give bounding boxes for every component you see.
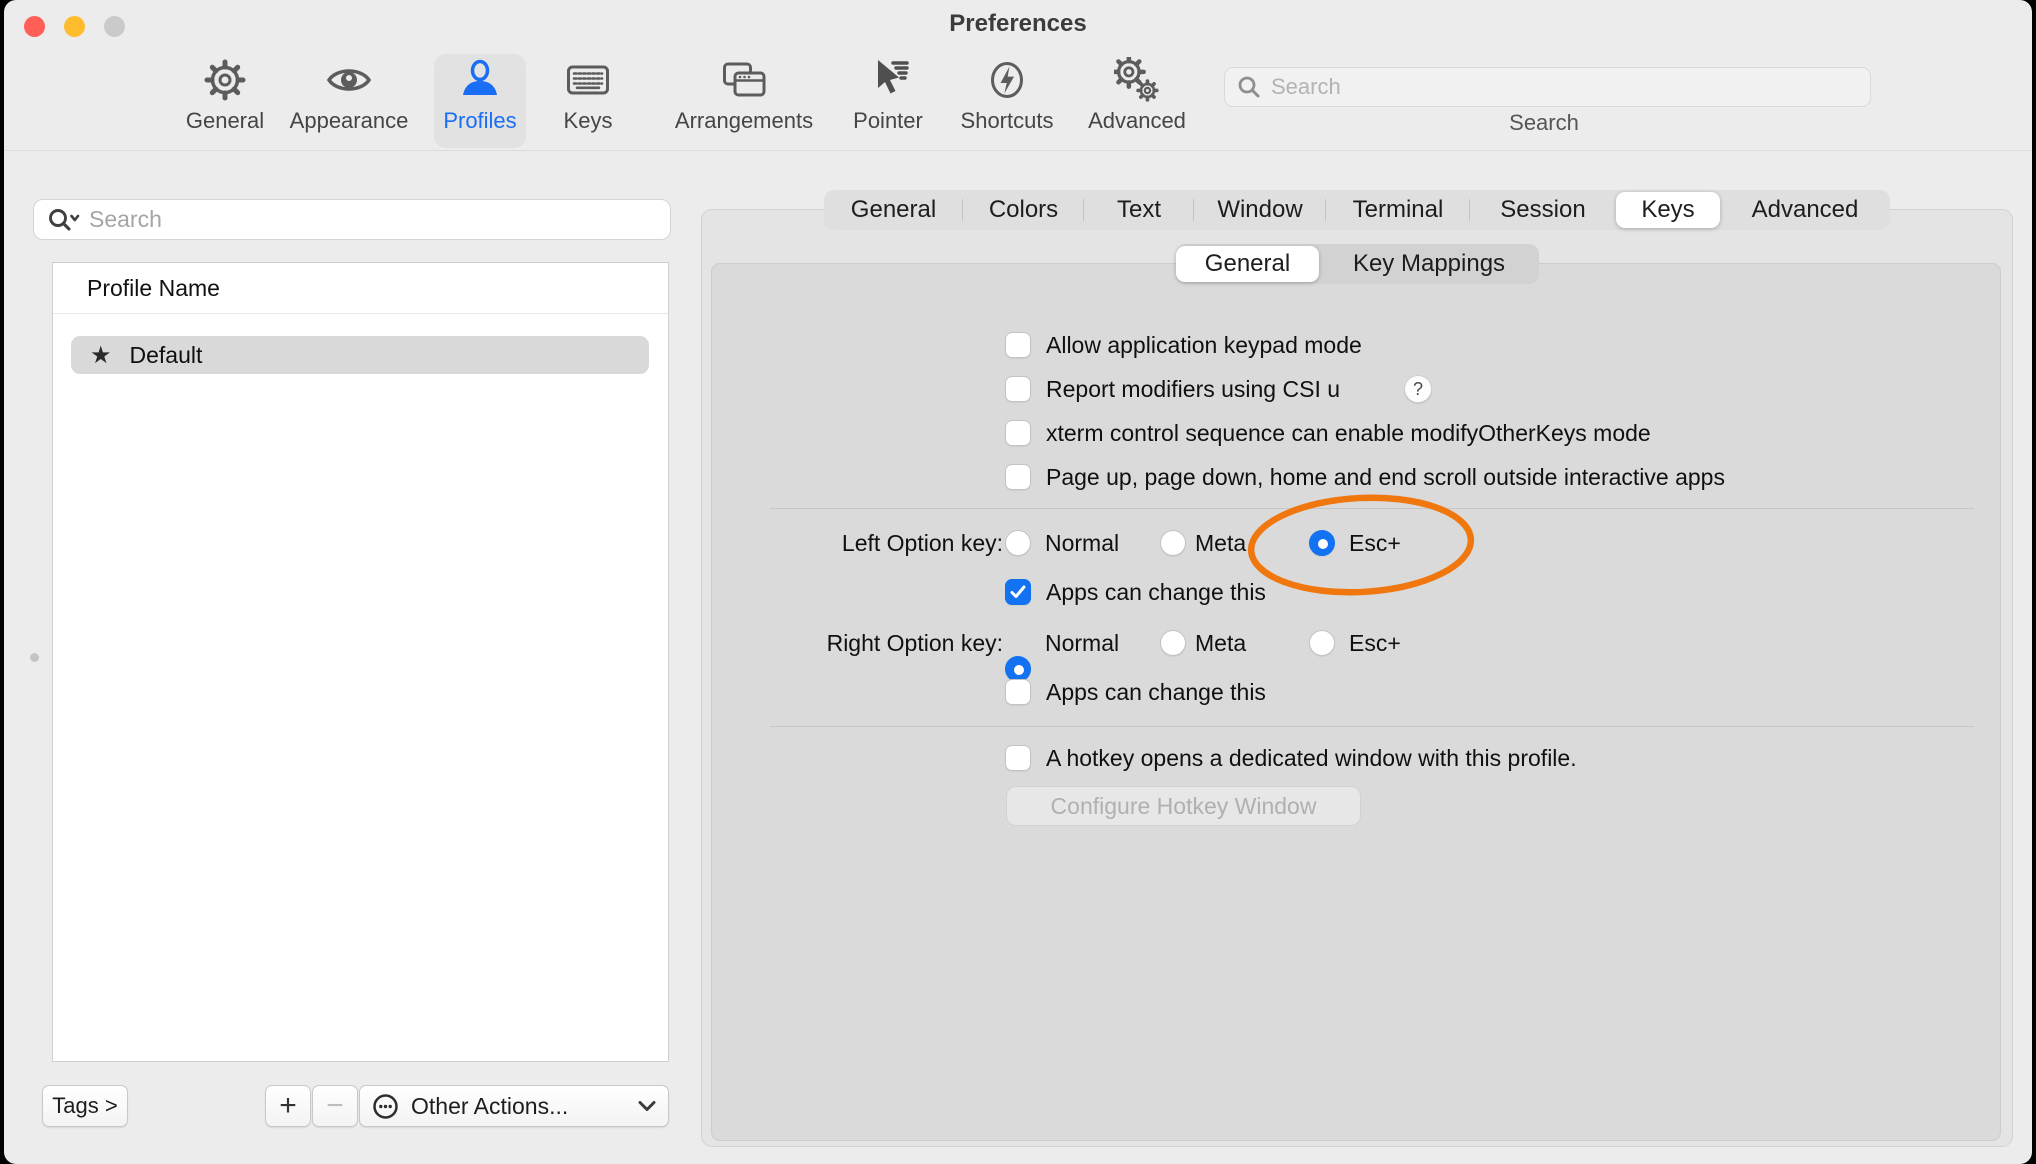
radio-label: Meta	[1195, 629, 1246, 657]
radio-right-meta[interactable]	[1160, 630, 1186, 656]
checkbox-page-scroll[interactable]	[1005, 464, 1031, 490]
eye-icon	[326, 54, 372, 106]
checkbox-label: Apps can change this	[1046, 578, 1266, 606]
other-actions-label: Other Actions...	[411, 1093, 568, 1120]
list-header-divider	[53, 313, 668, 314]
windows-icon	[721, 54, 767, 106]
plus-icon: +	[279, 1089, 297, 1123]
toolbar-label: Appearance	[290, 108, 409, 134]
tab-advanced[interactable]: Advanced	[1720, 190, 1890, 230]
chevron-down-icon	[638, 1100, 656, 1112]
configure-hotkey-label: Configure Hotkey Window	[1051, 793, 1317, 820]
tab-general[interactable]: General	[824, 190, 963, 230]
toolbar-item-advanced[interactable]: Advanced	[1077, 54, 1197, 148]
keyboard-icon	[565, 54, 611, 106]
checkbox-hotkey-window[interactable]	[1005, 745, 1031, 771]
checkbox-label: Allow application keypad mode	[1046, 331, 1362, 359]
configure-hotkey-window-button: Configure Hotkey Window	[1006, 786, 1361, 826]
person-icon	[457, 54, 503, 106]
checkbox-left-apps-change[interactable]	[1005, 579, 1031, 605]
tags-button-label: Tags >	[52, 1093, 117, 1119]
other-actions-dropdown[interactable]: Other Actions...	[359, 1085, 669, 1127]
section-divider	[770, 726, 1974, 727]
checkbox-csi-u[interactable]	[1005, 376, 1031, 402]
checkbox-right-apps-change[interactable]	[1005, 679, 1031, 705]
checkbox-label: Report modifiers using CSI u	[1046, 375, 1340, 403]
window-edge-dot	[30, 653, 39, 662]
right-option-key-label: Right Option key:	[711, 629, 1003, 657]
profile-search-input[interactable]: Search	[33, 199, 671, 240]
tab-colors[interactable]: Colors	[963, 190, 1084, 230]
tab-keys[interactable]: Keys	[1616, 192, 1720, 228]
search-filter-icon	[47, 207, 81, 233]
toolbar-label: Profiles	[443, 108, 516, 134]
search-icon	[1237, 75, 1261, 99]
help-label: ?	[1413, 379, 1423, 400]
profile-list-header: Profile Name	[87, 275, 220, 302]
lightning-icon	[984, 54, 1030, 106]
toolbar-search-input[interactable]: Search	[1224, 67, 1871, 107]
toolbar-item-profiles[interactable]: Profiles	[434, 54, 526, 148]
toolbar-item-pointer[interactable]: Pointer	[833, 54, 943, 148]
checkbox-label: Page up, page down, home and end scroll …	[1046, 463, 1725, 491]
add-profile-button[interactable]: +	[265, 1085, 311, 1127]
annotation-ellipse	[1239, 488, 1489, 608]
tab-terminal[interactable]: Terminal	[1326, 190, 1470, 230]
cursor-icon	[865, 54, 911, 106]
toolbar-item-general[interactable]: General	[170, 54, 280, 148]
profile-list	[52, 262, 669, 1062]
search-placeholder: Search	[89, 206, 162, 233]
tab-session[interactable]: Session	[1470, 190, 1616, 230]
remove-profile-button[interactable]: −	[312, 1085, 358, 1127]
checkbox-label: Apps can change this	[1046, 678, 1266, 706]
toolbar-label: General	[186, 108, 264, 134]
keys-general-subpanel	[711, 263, 2001, 1141]
toolbar-label: Arrangements	[675, 108, 813, 134]
preferences-window: Preferences General Appearance	[4, 0, 2032, 1164]
subtab-key-mappings[interactable]: Key Mappings	[1319, 244, 1539, 284]
tab-window[interactable]: Window	[1194, 190, 1326, 230]
radio-right-esc[interactable]	[1309, 630, 1335, 656]
radio-label: Normal	[1045, 629, 1119, 657]
tab-text[interactable]: Text	[1084, 190, 1194, 230]
radio-left-meta[interactable]	[1160, 530, 1186, 556]
help-button[interactable]: ?	[1404, 375, 1432, 403]
toolbar-label: Advanced	[1088, 108, 1186, 134]
checkbox-keypad-mode[interactable]	[1005, 332, 1031, 358]
gear-icon	[202, 54, 248, 106]
profile-name: Default	[130, 342, 203, 369]
checkbox-modify-other-keys[interactable]	[1005, 420, 1031, 446]
toolbar-item-appearance[interactable]: Appearance	[279, 54, 419, 148]
minus-icon: −	[326, 1089, 344, 1123]
checkbox-label: A hotkey opens a dedicated window with t…	[1046, 744, 1577, 772]
subtab-general[interactable]: General	[1176, 246, 1319, 282]
toolbar-label: Pointer	[853, 108, 923, 134]
keys-subtab-bar: General Key Mappings	[1176, 244, 1539, 284]
radio-left-normal[interactable]	[1005, 530, 1031, 556]
window-title: Preferences	[4, 10, 2032, 38]
profile-row-default[interactable]: ★ Default	[71, 336, 649, 374]
star-icon: ★	[90, 341, 112, 369]
toolbar-label: Keys	[564, 108, 613, 134]
toolbar-item-shortcuts[interactable]: Shortcuts	[947, 54, 1067, 148]
ellipsis-circle-icon	[372, 1093, 399, 1120]
radio-label: Esc+	[1349, 629, 1401, 657]
toolbar-search-label: Search	[1464, 110, 1624, 136]
checkbox-label: xterm control sequence can enable modify…	[1046, 419, 1651, 447]
search-placeholder: Search	[1271, 74, 1341, 100]
toolbar-label: Shortcuts	[961, 108, 1054, 134]
toolbar-item-keys[interactable]: Keys	[543, 54, 633, 148]
radio-label: Normal	[1045, 529, 1119, 557]
toolbar-separator	[4, 150, 2032, 151]
left-option-key-label: Left Option key:	[711, 529, 1003, 557]
profile-tab-bar: General Colors Text Window Terminal Sess…	[824, 190, 1890, 230]
toolbar-item-arrangements[interactable]: Arrangements	[664, 54, 824, 148]
gears-icon	[1114, 54, 1160, 106]
tags-button[interactable]: Tags >	[42, 1085, 128, 1127]
